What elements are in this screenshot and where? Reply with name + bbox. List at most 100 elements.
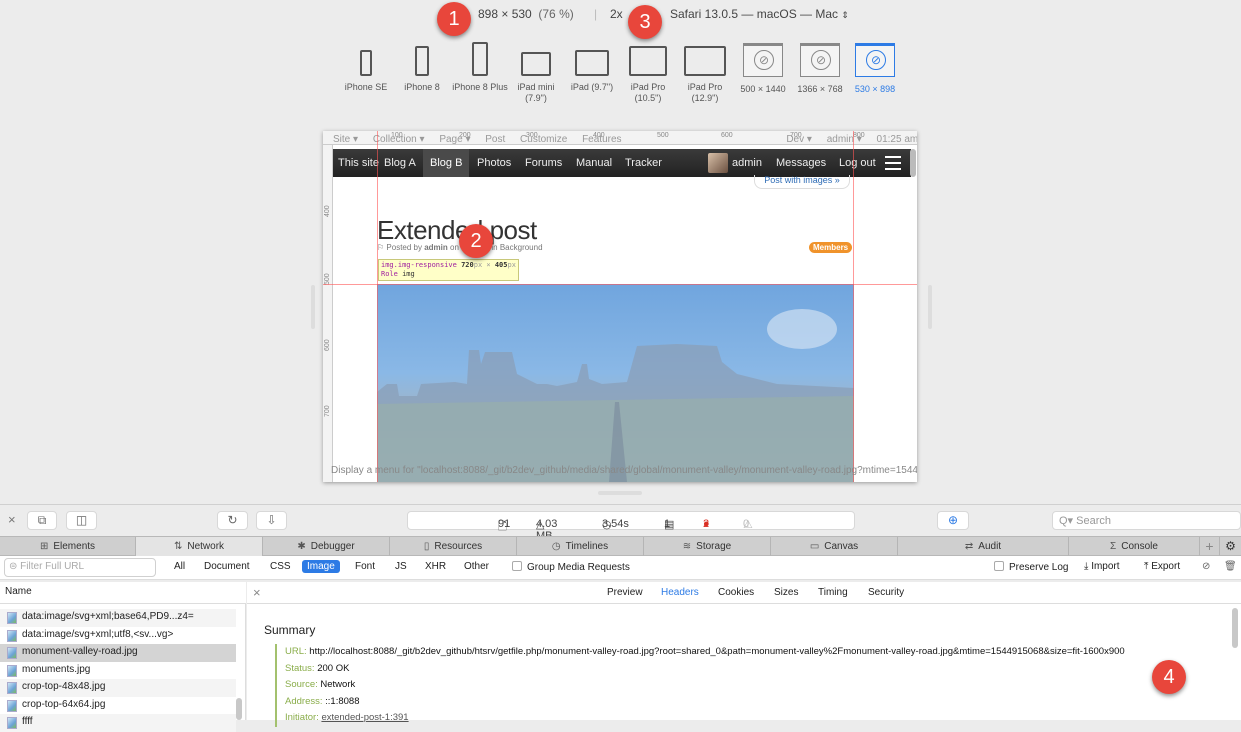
resize-handle-right[interactable] bbox=[928, 285, 932, 329]
dock-side-button[interactable]: ◫ bbox=[66, 511, 97, 530]
nav-manual[interactable]: Manual bbox=[569, 149, 619, 177]
post-image[interactable] bbox=[377, 284, 854, 482]
nav-photos[interactable]: Photos bbox=[470, 149, 518, 177]
pixel-ratio-selector[interactable]: 2x bbox=[610, 7, 623, 21]
tab-debugger[interactable]: ✱ Debugger bbox=[263, 537, 390, 556]
inspector-tooltip: img.img-responsive 720px × 405px Role im… bbox=[378, 259, 519, 281]
filter-css[interactable]: CSS bbox=[265, 560, 296, 573]
nav-user[interactable]: admin bbox=[725, 149, 769, 177]
device-ipad-pro-10[interactable]: iPad Pro (10.5") bbox=[620, 40, 676, 104]
filter-font[interactable]: Font bbox=[350, 560, 380, 573]
admin-menu-site[interactable]: Site ▾ bbox=[333, 134, 358, 145]
add-tab-icon[interactable]: + bbox=[1200, 537, 1220, 556]
group-media-checkbox[interactable]: Group Media Requests bbox=[512, 561, 630, 573]
filter-url-input[interactable]: ⊜ Filter Full URL bbox=[4, 558, 156, 577]
page-viewport[interactable]: 100 200 300 400 500 600 700 800 400 500 … bbox=[323, 131, 917, 482]
nav-blog-b[interactable]: Blog B bbox=[423, 149, 470, 177]
column-header-name[interactable]: Name bbox=[0, 582, 246, 604]
detail-tab-headers[interactable]: Headers bbox=[661, 587, 699, 598]
request-row[interactable]: crop-top-48x48.jpg bbox=[0, 679, 236, 697]
post-author[interactable]: admin bbox=[424, 243, 448, 252]
tab-storage[interactable]: ≋ Storage bbox=[644, 537, 771, 556]
initiator-link[interactable]: extended-post-1:391 bbox=[321, 712, 408, 723]
device-ipad-mini[interactable]: iPad mini (7.9") bbox=[508, 40, 564, 104]
checkbox[interactable] bbox=[512, 561, 522, 571]
hamburger-menu-icon[interactable] bbox=[885, 156, 901, 170]
import-button[interactable]: ⤓ Import bbox=[1084, 561, 1120, 572]
reload-button[interactable]: ↻ bbox=[217, 511, 248, 530]
list-scrollbar[interactable] bbox=[236, 698, 242, 720]
detail-scrollbar[interactable] bbox=[1232, 608, 1238, 648]
filter-xhr[interactable]: XHR bbox=[420, 560, 451, 573]
flag-icon: ⚐ bbox=[377, 243, 385, 252]
admin-menu-dev[interactable]: Dev ▾ bbox=[786, 134, 812, 145]
admin-menu-user[interactable]: admin ▾ bbox=[827, 134, 862, 145]
undock-icon: ⧉ bbox=[37, 513, 47, 527]
tab-network[interactable]: ⇅ Network bbox=[136, 537, 263, 556]
filter-other[interactable]: Other bbox=[459, 560, 494, 573]
nav-messages[interactable]: Messages bbox=[769, 149, 833, 177]
filter-document[interactable]: Document bbox=[199, 560, 255, 573]
device-iphone-8-plus[interactable]: iPhone 8 Plus bbox=[452, 40, 508, 93]
resize-handle-left[interactable] bbox=[311, 285, 315, 329]
detail-tab-cookies[interactable]: Cookies bbox=[718, 587, 754, 598]
request-row[interactable]: monuments.jpg bbox=[0, 661, 236, 679]
close-detail-icon[interactable]: × bbox=[253, 585, 261, 600]
request-row[interactable]: crop-top-64x64.jpg bbox=[0, 696, 236, 714]
detail-tab-security[interactable]: Security bbox=[868, 587, 904, 598]
admin-menu-post[interactable]: Post bbox=[485, 134, 505, 145]
request-row[interactable]: data:image/svg+xml;base64,PD9...z4= bbox=[0, 609, 236, 627]
export-button[interactable]: ⤒ Export bbox=[1144, 561, 1180, 572]
filter-all[interactable]: All bbox=[169, 560, 190, 573]
request-row-selected[interactable]: monument-valley-road.jpg bbox=[0, 644, 236, 662]
filter-image[interactable]: Image bbox=[302, 560, 340, 573]
nav-tracker[interactable]: Tracker bbox=[618, 149, 669, 177]
nav-blog-a[interactable]: Blog A bbox=[377, 149, 423, 177]
activity-viewer[interactable]: 🗋 91 △ 4.03 MB ◷ 3.54s ▤ 1 ● 2 ⚠ 0 bbox=[407, 511, 855, 542]
search-input[interactable]: Q▾ Search bbox=[1052, 511, 1241, 530]
console-icon: Σ bbox=[1110, 541, 1117, 552]
close-devtools-icon[interactable]: × bbox=[8, 512, 16, 527]
download-button[interactable]: ⇩ bbox=[256, 511, 287, 530]
inspect-element-button[interactable]: ⊕ bbox=[937, 511, 969, 530]
admin-menu-page[interactable]: Page ▾ bbox=[439, 134, 470, 145]
device-500x1440[interactable]: ⊘ 500 × 1440 bbox=[734, 40, 792, 95]
detail-tab-timing[interactable]: Timing bbox=[818, 587, 848, 598]
tab-timelines[interactable]: ◷ Timelines bbox=[517, 537, 644, 556]
device-530x898[interactable]: ⊘ 530 × 898 bbox=[847, 40, 903, 95]
tab-elements[interactable]: ⊞ Elements bbox=[0, 537, 136, 556]
detail-tab-sizes[interactable]: Sizes bbox=[774, 587, 798, 598]
post-with-images-button[interactable]: Post with images » bbox=[754, 175, 850, 189]
nav-forums[interactable]: Forums bbox=[518, 149, 569, 177]
admin-menu-customize[interactable]: Customize bbox=[520, 134, 567, 145]
filter-js[interactable]: JS bbox=[390, 560, 412, 573]
request-row[interactable]: data:image/svg+xml;utf8,<sv...vg> bbox=[0, 626, 236, 644]
settings-gear-icon[interactable]: ⚙ bbox=[1220, 537, 1241, 556]
device-iphone-8[interactable]: iPhone 8 bbox=[394, 40, 450, 93]
tab-canvas[interactable]: ▭ Canvas bbox=[771, 537, 898, 556]
request-row[interactable]: ffff bbox=[0, 714, 236, 732]
admin-menu-features[interactable]: Features bbox=[582, 134, 621, 145]
status-message: Display a menu for "localhost:8088/_git/… bbox=[331, 465, 917, 476]
tab-resources[interactable]: ▯ Resources bbox=[390, 537, 517, 556]
tab-audit[interactable]: ⇄ Audit bbox=[898, 537, 1069, 556]
filter-icon: ⊜ bbox=[9, 561, 18, 572]
preserve-log-checkbox[interactable]: Preserve Log bbox=[994, 561, 1068, 573]
user-agent-selector[interactable]: Safari 13.0.5 — macOS — Mac ⇕ bbox=[670, 7, 849, 21]
disable-cache-icon[interactable]: ⊘ bbox=[1202, 561, 1210, 572]
guide-line bbox=[377, 131, 378, 482]
device-iphone-se[interactable]: iPhone SE bbox=[338, 40, 394, 93]
device-ipad[interactable]: iPad (9.7") bbox=[564, 40, 620, 93]
tab-console[interactable]: Σ Console bbox=[1069, 537, 1200, 556]
device-ipad-pro-12[interactable]: iPad Pro (12.9") bbox=[677, 40, 733, 104]
devtools-resize-handle[interactable] bbox=[598, 491, 642, 495]
clear-log-trash-icon[interactable]: 🗑 bbox=[1224, 561, 1237, 572]
admin-menu-collection[interactable]: Collection ▾ bbox=[373, 134, 425, 145]
tablet-icon bbox=[684, 46, 726, 76]
checkbox[interactable] bbox=[994, 561, 1004, 571]
nav-logout[interactable]: Log out bbox=[832, 149, 883, 177]
device-1366x768[interactable]: ⊘ 1366 × 768 bbox=[790, 40, 850, 95]
undock-button[interactable]: ⧉ bbox=[27, 511, 57, 530]
detail-tab-preview[interactable]: Preview bbox=[607, 587, 643, 598]
page-scrollbar[interactable] bbox=[910, 149, 916, 177]
